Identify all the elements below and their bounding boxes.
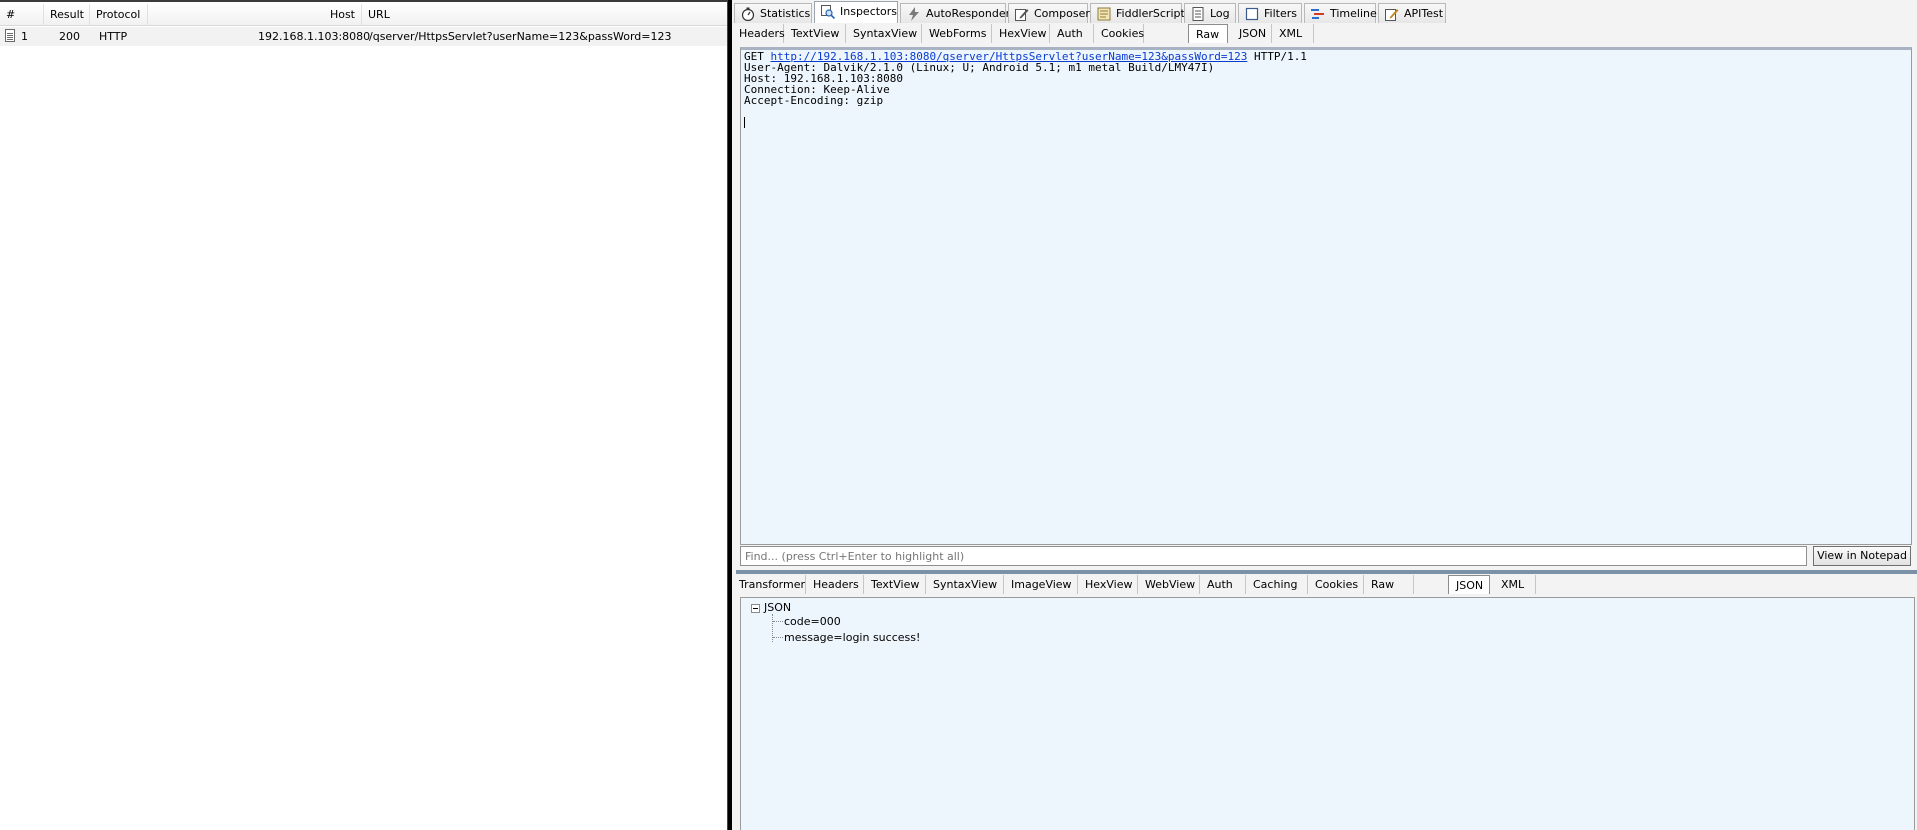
sessions-panel: # Result Protocol Host URL 1 200 HTTP 19… xyxy=(0,0,727,830)
tab-label: FiddlerScript xyxy=(1116,7,1185,20)
tab-label: Timeline xyxy=(1330,7,1377,20)
request-tab-headers[interactable]: Headers xyxy=(732,24,785,43)
tab-composer[interactable]: Composer xyxy=(1008,3,1090,24)
tab-timeline[interactable]: Timeline xyxy=(1304,3,1377,24)
find-input[interactable] xyxy=(740,546,1807,566)
edit-icon xyxy=(1385,9,1399,21)
request-tab-raw[interactable]: Raw xyxy=(1188,24,1228,43)
tree-connector xyxy=(773,637,783,638)
request-tab-webforms[interactable]: WebForms xyxy=(922,24,992,43)
session-id: 1 xyxy=(21,30,28,43)
column-header-host[interactable]: Host xyxy=(148,4,362,26)
checkbox-icon xyxy=(1245,7,1259,21)
response-tab-headers[interactable]: Headers xyxy=(806,575,864,594)
column-header-number[interactable]: # xyxy=(0,4,44,26)
request-tab-xml[interactable]: XML xyxy=(1272,24,1314,43)
response-tab-raw[interactable]: Raw xyxy=(1364,575,1414,594)
session-result: 200 xyxy=(59,30,80,43)
tree-node-message[interactable]: message=login success! xyxy=(784,631,920,644)
collapse-icon[interactable] xyxy=(751,604,760,613)
document-icon xyxy=(5,29,15,42)
stopwatch-icon xyxy=(741,7,755,21)
tab-label: Filters xyxy=(1264,7,1297,20)
session-protocol: HTTP xyxy=(99,30,128,43)
response-tab-transformer[interactable]: Transformer xyxy=(732,575,806,594)
request-tab-json[interactable]: JSON xyxy=(1232,24,1272,43)
column-header-result[interactable]: Result xyxy=(44,4,90,26)
tab-apitest[interactable]: APITest xyxy=(1378,3,1446,24)
request-version: HTTP/1.1 xyxy=(1253,50,1307,63)
log-icon xyxy=(1192,7,1204,21)
request-tabbar: Headers TextView SyntaxView WebForms Hex… xyxy=(732,23,1917,44)
response-tab-hexview[interactable]: HexView xyxy=(1078,575,1138,594)
response-tab-json[interactable]: JSON xyxy=(1448,575,1490,594)
session-host: 192.168.1.103:8080 xyxy=(258,30,371,43)
inspector-panel: Statistics Inspectors AutoResponder Comp… xyxy=(732,0,1917,830)
request-tab-hexview[interactable]: HexView xyxy=(992,24,1050,43)
response-tab-syntaxview[interactable]: SyntaxView xyxy=(926,575,1004,594)
tab-label: Inspectors xyxy=(840,5,898,18)
header-accept-encoding: Accept-Encoding: gzip xyxy=(744,94,884,107)
tab-label: AutoResponder xyxy=(926,7,1011,20)
session-url: /qserver/HttpsServlet?userName=123&passW… xyxy=(369,30,672,43)
tab-statistics[interactable]: Statistics xyxy=(734,3,812,24)
column-header-protocol[interactable]: Protocol xyxy=(90,4,148,26)
tab-autoresponder[interactable]: AutoResponder xyxy=(900,3,1010,24)
column-header-url[interactable]: URL xyxy=(362,4,727,26)
tab-log[interactable]: Log xyxy=(1184,3,1236,24)
view-in-notepad-button[interactable]: View in Notepad xyxy=(1813,546,1911,566)
response-tab-xml[interactable]: XML xyxy=(1494,575,1536,594)
find-bar: View in Notepad xyxy=(740,545,1912,567)
tab-label: Log xyxy=(1210,7,1230,20)
magnifier-icon xyxy=(821,5,835,19)
tab-filters[interactable]: Filters xyxy=(1238,3,1302,24)
tab-label: APITest xyxy=(1404,7,1444,20)
request-tab-cookies[interactable]: Cookies xyxy=(1094,24,1144,43)
tree-connector xyxy=(773,621,783,622)
request-tab-auth[interactable]: Auth xyxy=(1050,24,1094,43)
main-tabbar: Statistics Inspectors AutoResponder Comp… xyxy=(732,0,1917,25)
script-icon xyxy=(1097,7,1111,21)
tab-label: Statistics xyxy=(760,7,811,20)
pencil-icon xyxy=(1015,9,1029,21)
tab-label: Composer xyxy=(1034,7,1090,20)
response-json-tree: JSON code=000 message=login success! xyxy=(740,597,1915,830)
response-tab-caching[interactable]: Caching xyxy=(1246,575,1308,594)
tab-inspectors[interactable]: Inspectors xyxy=(814,1,898,25)
tree-node-code[interactable]: code=000 xyxy=(784,615,841,628)
timeline-icon xyxy=(1311,9,1324,19)
request-tab-syntaxview[interactable]: SyntaxView xyxy=(846,24,922,43)
response-tab-auth[interactable]: Auth xyxy=(1200,575,1246,594)
response-tab-cookies[interactable]: Cookies xyxy=(1308,575,1364,594)
sessions-header: # Result Protocol Host URL xyxy=(0,4,727,26)
tree-node-root[interactable]: JSON xyxy=(764,601,791,614)
response-tab-webview[interactable]: WebView xyxy=(1138,575,1200,594)
session-row[interactable]: 1 200 HTTP 192.168.1.103:8080 /qserver/H… xyxy=(0,27,727,46)
request-tab-textview[interactable]: TextView xyxy=(784,24,846,43)
response-tabbar: Transformer Headers TextView SyntaxView … xyxy=(732,574,1917,595)
response-tab-textview[interactable]: TextView xyxy=(864,575,926,594)
response-tab-imageview[interactable]: ImageView xyxy=(1004,575,1078,594)
text-caret xyxy=(744,117,745,128)
lightning-icon xyxy=(909,7,919,21)
tab-fiddlerscript[interactable]: FiddlerScript xyxy=(1090,3,1185,24)
request-raw-view[interactable]: GET http://192.168.1.103:8080/qserver/Ht… xyxy=(740,47,1912,545)
